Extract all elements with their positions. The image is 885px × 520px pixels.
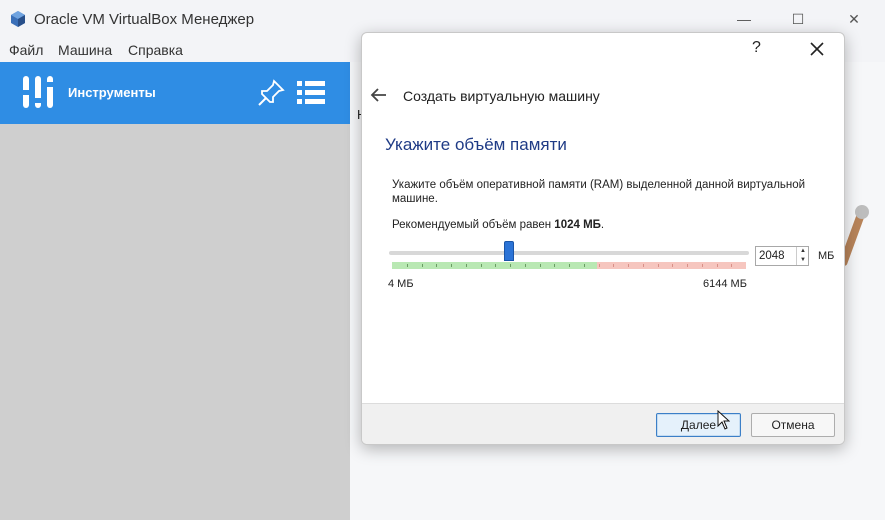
pin-icon[interactable] (256, 78, 286, 108)
recommended-text: Рекомендуемый объём равен 1024 МБ. (392, 219, 604, 231)
scale-tick (731, 264, 733, 267)
cancel-button[interactable]: Отмена (751, 413, 835, 437)
recommended-prefix: Рекомендуемый объём равен (392, 219, 555, 231)
page-heading: Укажите объём памяти (385, 135, 567, 154)
dialog-title: Создать виртуальную машину (403, 88, 600, 104)
scale-tick (510, 264, 511, 267)
dialog-footer: Далее Отмена (362, 403, 844, 444)
close-window-button[interactable]: ✕ (842, 8, 866, 30)
scale-tick (465, 264, 467, 267)
window-title: Oracle VM VirtualBox Менеджер (34, 11, 255, 28)
memory-slider-track[interactable] (389, 251, 749, 255)
scale-tick (480, 264, 482, 267)
maximize-button[interactable]: ☐ (786, 8, 810, 30)
scale-tick (716, 264, 718, 267)
minimize-button[interactable]: — (732, 8, 756, 30)
tools-label: Инструменты (68, 85, 156, 100)
scale-tick (406, 264, 408, 267)
scale-tick (554, 264, 556, 267)
help-button[interactable]: ? (752, 39, 761, 57)
scale-tick (421, 264, 423, 267)
scale-tick (451, 264, 452, 267)
scale-tick (628, 264, 629, 267)
virtualbox-logo-icon (11, 11, 25, 27)
scale-tick (672, 264, 674, 267)
sidebar: Инструменты (0, 62, 350, 520)
recommended-suffix: . (600, 219, 605, 231)
mouse-cursor-icon (717, 410, 730, 430)
memory-scale (392, 262, 746, 269)
scale-tick (583, 264, 585, 267)
scale-tick (613, 264, 615, 267)
scale-tick (657, 264, 659, 267)
spin-down-icon[interactable]: ▼ (797, 256, 809, 265)
scale-tick (687, 264, 688, 267)
scale-tick (524, 264, 526, 267)
memory-slider-handle[interactable] (503, 241, 514, 261)
scale-tick (539, 264, 541, 267)
create-vm-dialog: ? Создать виртуальную машину Укажите объ… (361, 32, 845, 445)
description-text: Укажите объём оперативной памяти (RAM) в… (392, 179, 806, 205)
menu-machine[interactable]: Машина (58, 42, 112, 58)
scale-tick (495, 264, 497, 267)
memory-input[interactable] (756, 247, 796, 265)
tools-icon (21, 76, 55, 108)
scale-tick (598, 264, 600, 267)
sidebar-item-tools[interactable]: Инструменты (0, 62, 350, 124)
scale-tick (436, 264, 438, 267)
close-icon[interactable] (808, 40, 826, 58)
spin-buttons: ▲ ▼ (796, 247, 808, 265)
back-arrow-icon[interactable] (370, 87, 388, 103)
memory-spinbox[interactable]: ▲ ▼ (755, 246, 809, 266)
menu-file[interactable]: Файл (9, 42, 43, 58)
list-menu-icon[interactable] (296, 79, 326, 107)
scale-tick (642, 264, 644, 267)
scale-tick (569, 264, 570, 267)
max-memory-label: 6144 МБ (703, 278, 747, 290)
spin-up-icon[interactable]: ▲ (797, 247, 809, 256)
recommended-value: 1024 МБ (554, 219, 601, 231)
memory-unit-label: МБ (818, 250, 835, 262)
menu-help[interactable]: Справка (128, 42, 183, 58)
scale-tick (701, 264, 703, 267)
min-memory-label: 4 МБ (388, 278, 414, 290)
